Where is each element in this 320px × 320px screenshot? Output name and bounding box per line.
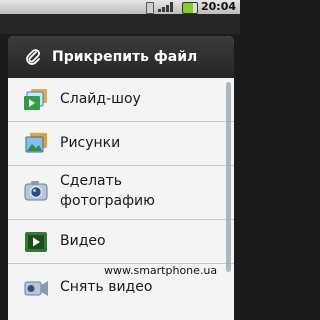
item-label: Слайд-шоу xyxy=(60,91,141,107)
list-scrollbar[interactable] xyxy=(226,82,231,272)
list-item-slideshow[interactable]: Слайд-шоу xyxy=(8,78,234,122)
list-item-pictures[interactable]: Рисунки xyxy=(8,122,234,166)
slideshow-icon xyxy=(24,89,47,110)
camcorder-icon xyxy=(24,281,48,296)
pictures-icon xyxy=(25,133,47,153)
paperclip-icon xyxy=(26,49,40,65)
status-clock: 20:04 xyxy=(200,0,236,13)
sim-card-icon xyxy=(146,2,154,14)
item-label-line2: фотографию xyxy=(60,193,155,209)
attach-options-list: Слайд-шоу Рисунки Сделать фотографию Вид… xyxy=(8,78,234,320)
list-item-video[interactable]: Видео xyxy=(8,220,234,264)
list-item-take-photo[interactable]: Сделать фотографию xyxy=(8,166,234,220)
status-bar: 20:04 xyxy=(0,0,240,14)
battery-icon xyxy=(182,2,198,14)
item-label-line1: Сделать xyxy=(60,173,123,189)
dialog-title: Прикрепить файл xyxy=(52,49,198,65)
dialog-header: Прикрепить файл xyxy=(8,36,234,78)
item-label: Рисунки xyxy=(60,135,121,151)
signal-icon xyxy=(158,2,174,12)
item-label: Снять видео xyxy=(60,279,153,295)
watermark: www.smartphone.ua xyxy=(104,264,218,277)
camera-icon xyxy=(24,181,48,201)
attach-file-dialog: Прикрепить файл Слайд-шоу Рисунки Сделат… xyxy=(8,36,234,320)
video-icon xyxy=(25,232,47,252)
item-label: Видео xyxy=(60,233,106,249)
background-app xyxy=(0,14,240,34)
